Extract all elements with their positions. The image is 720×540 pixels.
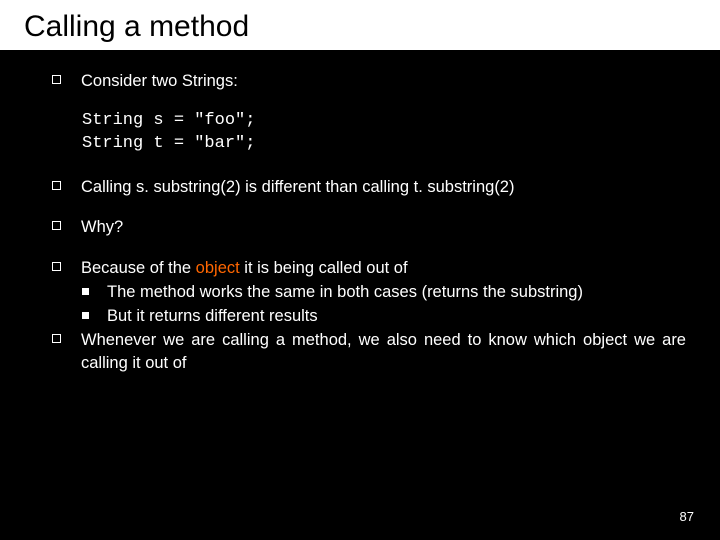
bullet-icon	[52, 75, 61, 84]
bullet-icon	[52, 334, 61, 343]
body-area: Consider two Strings: String s = "foo"; …	[0, 50, 720, 374]
sub-bullet-text: The method works the same in both cases …	[107, 281, 686, 303]
page-number: 87	[680, 509, 694, 524]
sub-bullet-icon	[82, 312, 89, 319]
sub-bullet-text: But it returns different results	[107, 305, 686, 327]
bullet-item: Consider two Strings:	[52, 70, 686, 92]
bullet-text: Whenever we are calling a method, we als…	[81, 329, 686, 374]
highlight-word: object	[196, 259, 240, 277]
code-line: String t = "bar";	[82, 134, 255, 153]
bullet-item: Whenever we are calling a method, we als…	[52, 329, 686, 374]
bullet-icon	[52, 221, 61, 230]
text-fragment: it is being called out of	[240, 259, 408, 277]
bullet-item: Why?	[52, 216, 686, 238]
code-block: String s = "foo"; String t = "bar";	[82, 110, 686, 156]
code-line: String s = "foo";	[82, 111, 255, 130]
text-fragment: Because of the	[81, 259, 196, 277]
bullet-item: Calling s. substring(2) is different tha…	[52, 176, 686, 198]
bullet-text: Why?	[81, 216, 123, 238]
bullet-text: Consider two Strings:	[81, 70, 238, 92]
bullet-text: Calling s. substring(2) is different tha…	[81, 176, 514, 198]
sub-bullet-item: The method works the same in both cases …	[52, 281, 686, 303]
sub-bullet-item: But it returns different results	[52, 305, 686, 327]
bullet-text: Because of the object it is being called…	[81, 257, 686, 279]
slide: Calling a method Consider two Strings: S…	[0, 0, 720, 540]
sub-bullet-icon	[82, 288, 89, 295]
bullet-item: Because of the object it is being called…	[52, 257, 686, 279]
bullet-icon	[52, 262, 61, 271]
title-area: Calling a method	[0, 0, 720, 50]
slide-title: Calling a method	[24, 10, 696, 44]
bullet-icon	[52, 181, 61, 190]
